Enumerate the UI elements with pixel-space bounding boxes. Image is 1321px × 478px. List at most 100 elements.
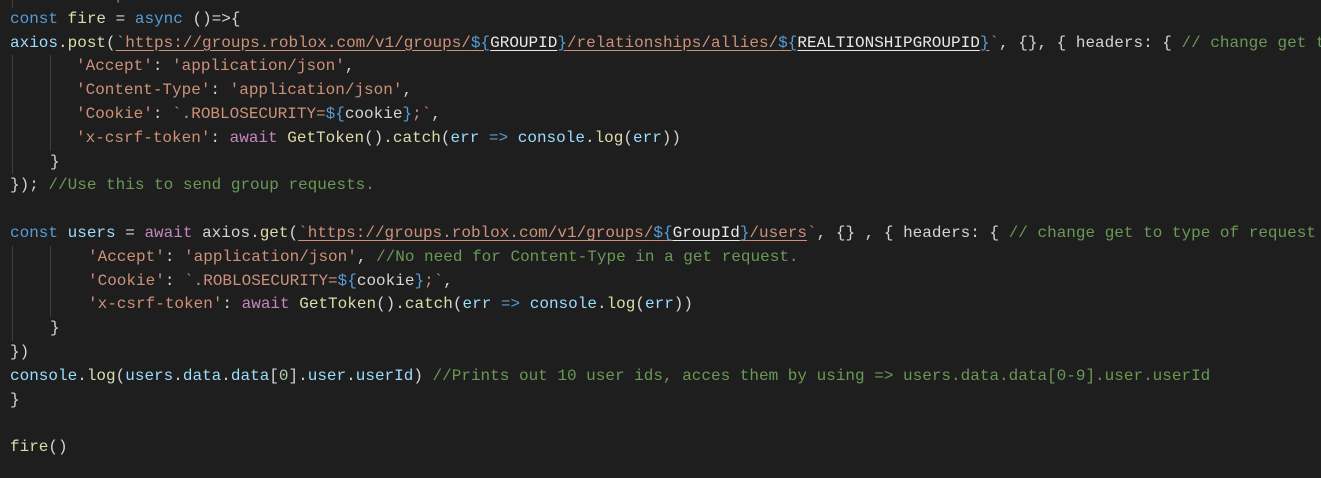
indent-guide	[50, 269, 51, 294]
code-line[interactable]: const users = await axios.get(`https://g…	[0, 222, 1321, 246]
indent-guide	[50, 245, 51, 270]
code-token: ,	[443, 271, 453, 290]
code-comment: // change get t	[1181, 33, 1321, 52]
code-line[interactable]: const fire = async ()=>{	[0, 8, 1321, 32]
code-token: (	[288, 223, 299, 242]
code-line[interactable]: fire()	[0, 436, 1321, 460]
code-token: ;`	[424, 271, 444, 290]
code-token: =	[115, 223, 145, 242]
indent-guide	[50, 293, 51, 318]
code-line[interactable]	[0, 198, 1321, 222]
code-token: }	[50, 152, 60, 171]
indent-guide	[12, 293, 13, 318]
code-token: 'x-csrf-token'	[76, 128, 211, 147]
indent-guide	[12, 150, 13, 175]
code-token: ().	[364, 128, 393, 147]
code-token: 'application/json'	[229, 81, 403, 100]
code-line[interactable]: 'x-csrf-token': await GetToken().catch(e…	[0, 126, 1321, 151]
code-token: , {} , {	[816, 223, 904, 242]
code-token: ${	[325, 104, 345, 123]
code-token: console	[517, 128, 585, 147]
code-token: :	[164, 271, 185, 290]
code-token: ${	[337, 271, 357, 290]
code-token: data	[230, 366, 270, 385]
code-token: =>	[500, 295, 521, 314]
code-token: .	[77, 366, 87, 385]
code-line[interactable]: // fill & put the above code block in	[0, 0, 1321, 8]
code-token: fire	[10, 438, 49, 457]
code-token: : {	[1143, 33, 1182, 52]
code-line[interactable]: })	[0, 341, 1321, 365]
code-token: :	[210, 128, 230, 147]
code-line[interactable]: 'Cookie': `.ROBLOSECURITY=${cookie};`,	[0, 269, 1321, 294]
code-token: }	[414, 271, 425, 290]
code-token: catch	[404, 295, 453, 314]
code-token: ))	[661, 128, 681, 147]
code-token: get	[259, 223, 289, 242]
code-token: GetToken	[287, 128, 365, 147]
code-token: fire	[67, 9, 107, 28]
code-line[interactable]: 'x-csrf-token': await GetToken().catch(e…	[0, 293, 1321, 318]
code-token: err	[644, 295, 674, 314]
code-token: err	[450, 128, 480, 147]
code-token: err	[632, 128, 662, 147]
code-line[interactable]: }	[0, 150, 1321, 175]
code-token: headers	[1075, 33, 1144, 52]
code-line[interactable]: axios.post(`https://groups.roblox.com/v1…	[0, 32, 1321, 56]
code-token: GetToken	[299, 295, 377, 314]
code-token: 'Content-Type'	[76, 81, 211, 100]
code-token: await	[229, 128, 278, 147]
code-token: log	[86, 366, 116, 385]
code-token: ()=>{	[182, 9, 241, 28]
code-token: `https://groups.roblox.com/v1/groups/	[298, 223, 654, 242]
code-token: }	[979, 33, 990, 52]
code-token: .	[250, 223, 260, 242]
code-token: cookie	[344, 104, 403, 123]
code-token: ;`	[412, 104, 432, 123]
code-token: .	[596, 295, 607, 314]
code-token: (	[106, 33, 116, 52]
code-token: userId	[355, 366, 414, 385]
code-token: (	[115, 366, 126, 385]
code-token: })	[10, 342, 30, 361]
code-token: ()	[48, 438, 68, 457]
code-line[interactable]: 'Accept': 'application/json', //No need …	[0, 245, 1321, 270]
code-token: headers	[903, 223, 971, 242]
indent-guide	[50, 102, 51, 127]
code-token: ,	[356, 247, 377, 266]
code-token: .	[584, 128, 595, 147]
code-line[interactable]: }	[0, 389, 1321, 413]
code-line[interactable]: console.log(users.data.data[0].user.user…	[0, 365, 1321, 389]
code-token: `https://groups.roblox.com/v1/groups/	[115, 33, 471, 52]
code-line[interactable]: 'Cookie': `.ROBLOSECURITY=${cookie};`,	[0, 102, 1321, 127]
code-token: )	[413, 366, 433, 385]
code-token: (	[452, 295, 463, 314]
code-token: (	[623, 128, 633, 147]
indent-guide	[12, 126, 13, 151]
code-token: ,	[402, 81, 413, 100]
code-token: ,	[431, 104, 441, 123]
code-editor[interactable]: // fill & put the above code block in con…	[0, 0, 1321, 460]
code-comment: // fill & put the above code block in	[20, 0, 375, 4]
code-token: user	[307, 366, 347, 385]
code-token: }	[402, 104, 413, 123]
code-token: post	[67, 33, 107, 52]
indent-guide	[12, 0, 13, 8]
code-token: axios	[10, 33, 59, 52]
code-line[interactable]	[0, 412, 1321, 436]
code-token: console	[529, 295, 597, 314]
code-line[interactable]: 'Content-Type': 'application/json',	[0, 79, 1321, 103]
code-token: ].	[288, 366, 308, 385]
code-token: data	[182, 366, 222, 385]
code-token: GroupId	[672, 223, 740, 242]
code-token: const	[10, 9, 59, 28]
code-line[interactable]: }	[0, 317, 1321, 341]
code-token: :	[164, 247, 185, 266]
code-line[interactable]: }); //Use this to send group requests.	[0, 174, 1321, 198]
code-line[interactable]: 'Accept': 'application/json',	[0, 55, 1321, 80]
